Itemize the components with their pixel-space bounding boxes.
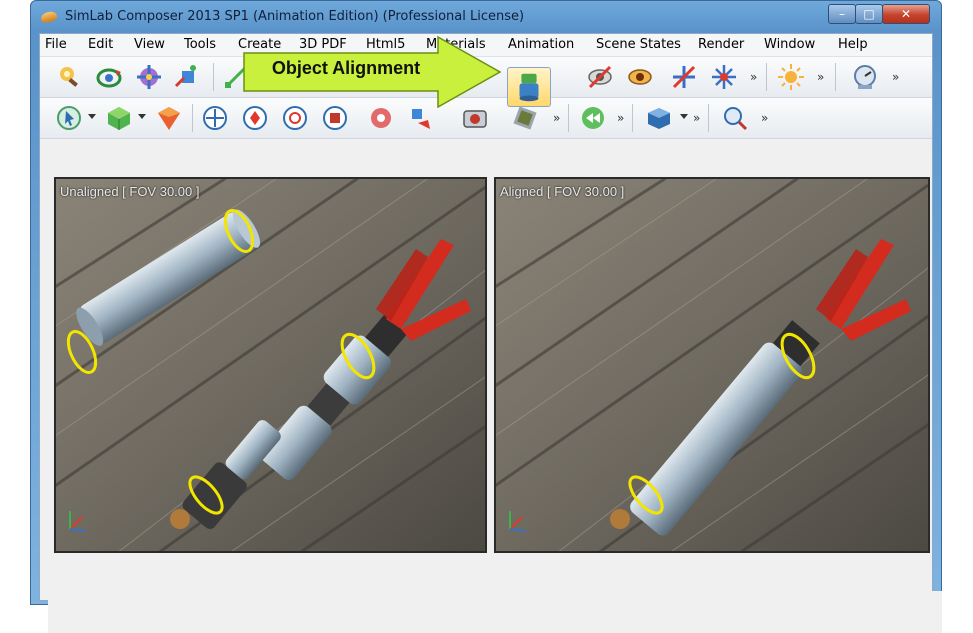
explode-off-icon[interactable] bbox=[669, 62, 699, 92]
light-icon[interactable] bbox=[776, 62, 806, 92]
render-settings-icon[interactable] bbox=[850, 62, 880, 92]
toolbar-separator bbox=[708, 104, 709, 132]
add-shape-icon[interactable] bbox=[154, 103, 184, 133]
toolbar-separator bbox=[192, 104, 193, 132]
toolbar-separator bbox=[766, 63, 767, 91]
maximize-button[interactable]: □ bbox=[855, 4, 883, 24]
unaligned-scene-render bbox=[56, 179, 485, 551]
menu-edit[interactable]: Edit bbox=[88, 37, 113, 52]
inspect-zoom-icon[interactable] bbox=[720, 103, 750, 133]
viewport-label-unaligned: Unaligned [ FOV 30.00 ] bbox=[60, 184, 200, 199]
add-cube-icon[interactable] bbox=[104, 103, 134, 133]
toolbar-overflow-chevron-icon[interactable]: » bbox=[617, 111, 624, 125]
dropdown-arrow-icon[interactable] bbox=[680, 114, 688, 119]
toolbar-overflow-chevron-icon[interactable]: » bbox=[750, 70, 757, 84]
toolbar-overflow-chevron-icon[interactable]: » bbox=[892, 70, 899, 84]
menu-file[interactable]: File bbox=[45, 37, 67, 52]
object-alignment-button[interactable] bbox=[507, 67, 551, 107]
close-button[interactable]: ✕ bbox=[882, 4, 930, 24]
menu-render[interactable]: Render bbox=[698, 37, 744, 52]
toolbar-separator bbox=[632, 104, 633, 132]
menu-view[interactable]: View bbox=[134, 37, 165, 52]
object-alignment-callout: Object Alignment bbox=[242, 35, 504, 109]
rotate-camera-icon[interactable] bbox=[94, 62, 124, 92]
toolbar-separator bbox=[835, 63, 836, 91]
status-bar bbox=[48, 591, 942, 633]
title-bar[interactable]: SimLab Composer 2013 SP1 (Animation Edit… bbox=[31, 1, 941, 33]
toolbar-overflow-chevron-icon[interactable]: » bbox=[761, 111, 768, 125]
menu-window[interactable]: Window bbox=[764, 37, 815, 52]
move-object-icon[interactable] bbox=[172, 62, 202, 92]
orbit-icon[interactable] bbox=[134, 62, 164, 92]
aligned-scene-render bbox=[496, 179, 928, 551]
toolbar-separator bbox=[213, 63, 214, 91]
callout-label: Object Alignment bbox=[271, 58, 421, 78]
viewport-unaligned[interactable]: Unaligned [ FOV 30.00 ] bbox=[54, 177, 487, 553]
viewport-label-aligned: Aligned [ FOV 30.00 ] bbox=[500, 184, 625, 199]
show-object-icon[interactable] bbox=[625, 62, 655, 92]
minimize-button[interactable]: – bbox=[828, 4, 856, 24]
select-mode-icon[interactable] bbox=[54, 103, 84, 133]
toolbar-overflow-chevron-icon[interactable]: » bbox=[817, 70, 824, 84]
explode-icon[interactable] bbox=[709, 62, 739, 92]
toolbar-overflow-chevron-icon[interactable]: » bbox=[693, 111, 700, 125]
dropdown-arrow-icon[interactable] bbox=[138, 114, 146, 119]
toolbar-overflow-chevron-icon[interactable]: » bbox=[553, 111, 560, 125]
center-pivot-icon[interactable] bbox=[200, 103, 230, 133]
toolbar-separator bbox=[568, 104, 569, 132]
menu-scene-states[interactable]: Scene States bbox=[596, 37, 681, 52]
hide-object-icon[interactable] bbox=[585, 62, 615, 92]
app-icon bbox=[39, 10, 59, 24]
dropdown-arrow-icon[interactable] bbox=[88, 114, 96, 119]
view-cube-icon[interactable] bbox=[644, 103, 674, 133]
rewind-icon[interactable] bbox=[578, 103, 608, 133]
viewport-aligned[interactable]: Aligned [ FOV 30.00 ] bbox=[494, 177, 930, 553]
menu-tools[interactable]: Tools bbox=[184, 37, 216, 52]
window-title: SimLab Composer 2013 SP1 (Animation Edit… bbox=[65, 9, 525, 24]
menu-help[interactable]: Help bbox=[838, 37, 868, 52]
magic-wand-select-icon[interactable] bbox=[54, 62, 84, 92]
menu-animation[interactable]: Animation bbox=[508, 37, 574, 52]
object-alignment-icon bbox=[519, 73, 539, 102]
